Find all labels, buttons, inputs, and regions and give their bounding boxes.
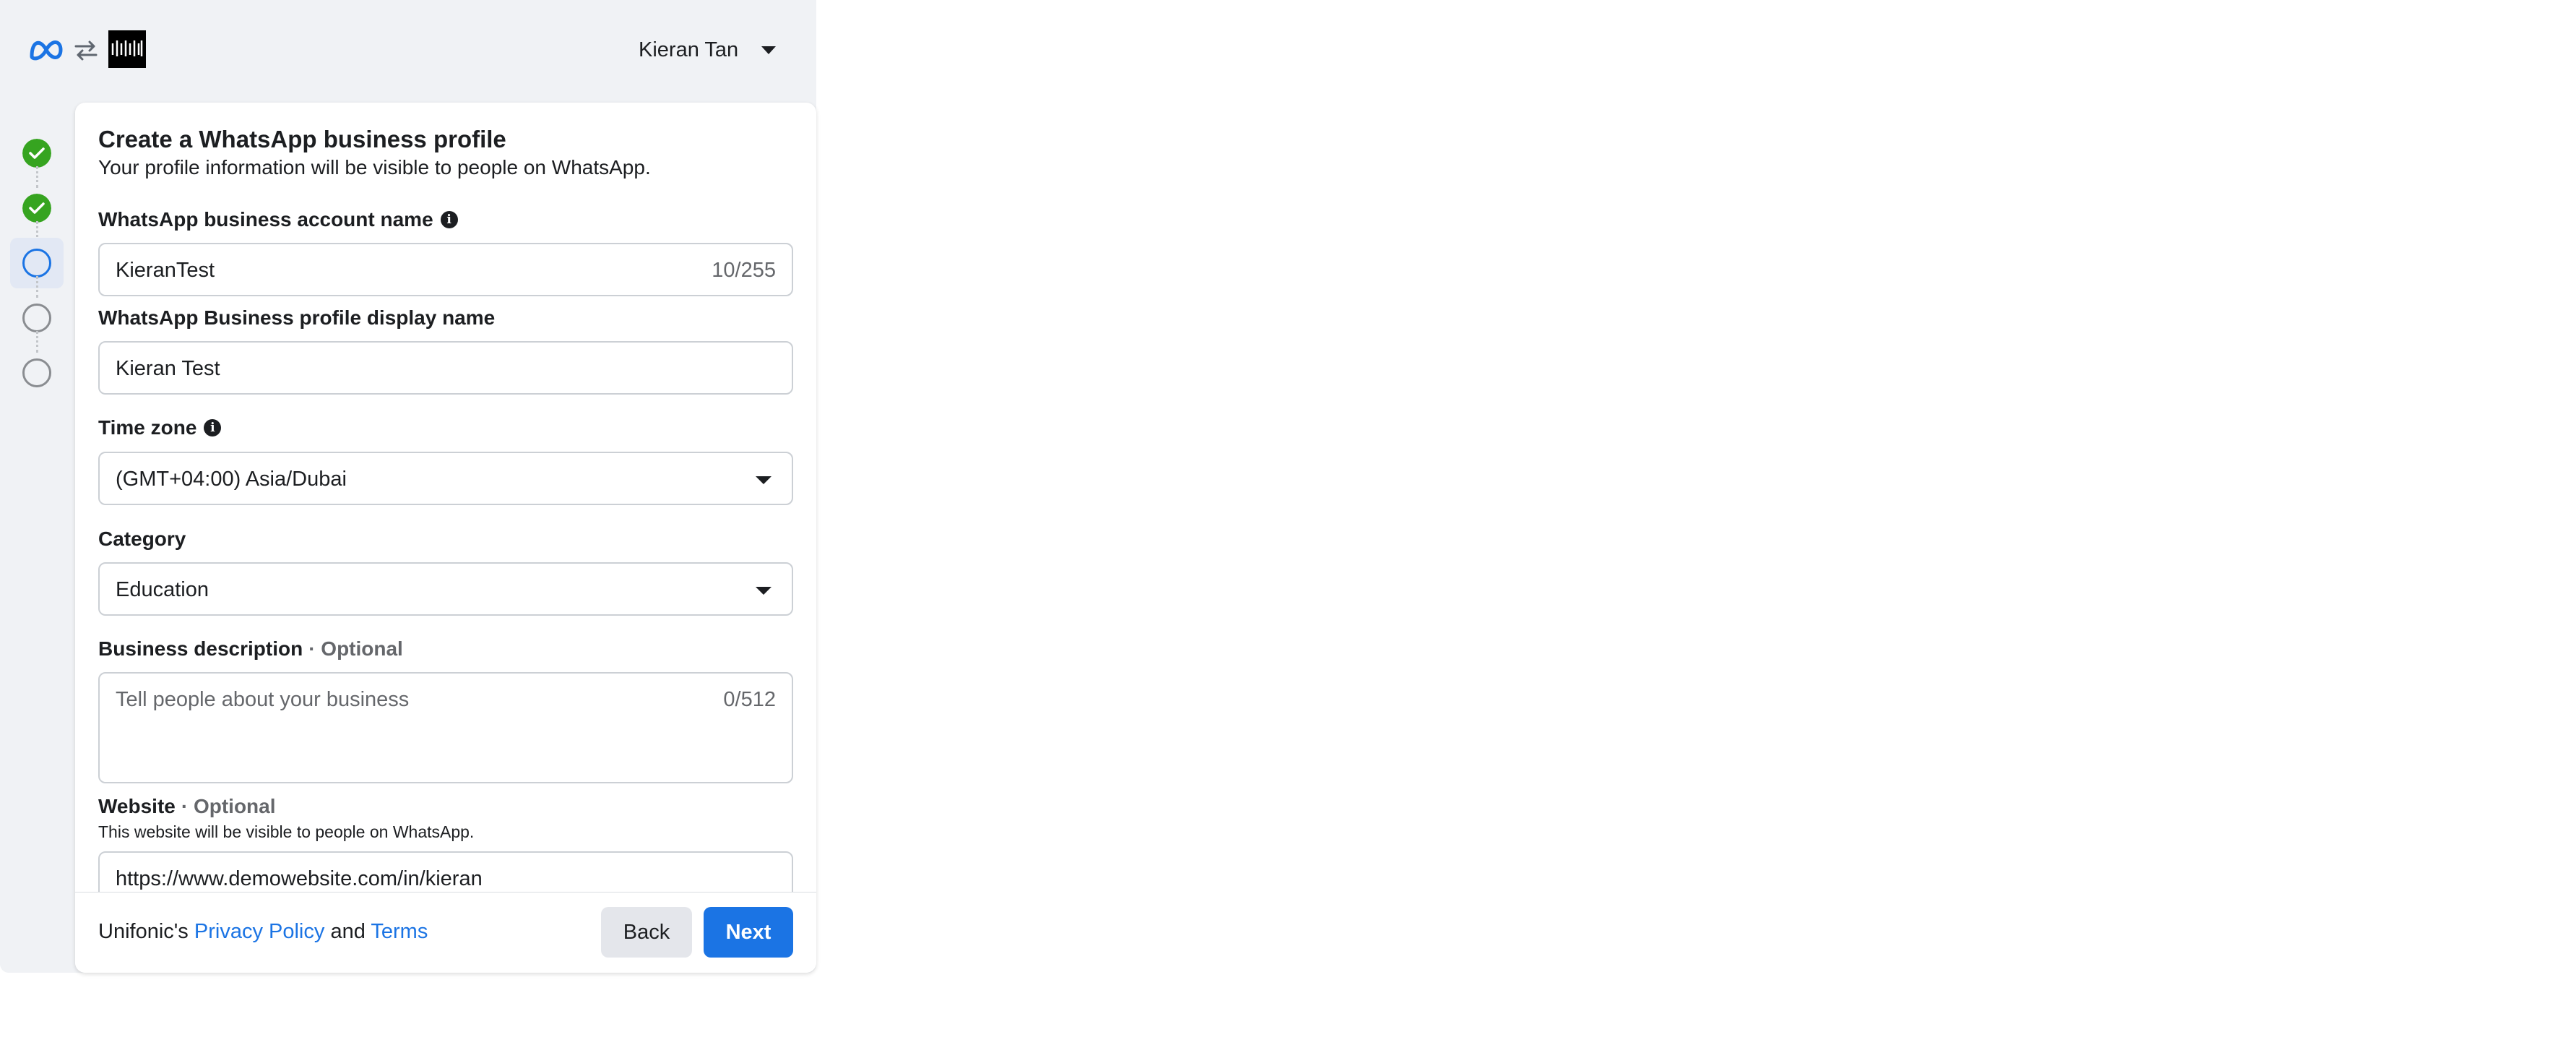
description-counter: 0/512 [723,688,776,711]
privacy-policy-link[interactable]: Privacy Policy [194,920,325,943]
legal-prefix: Unifonic's [98,920,189,943]
user-menu[interactable]: Kieran Tan [639,33,777,66]
meta-logo-icon [30,40,63,61]
next-button[interactable]: Next [704,907,793,958]
check-circle-icon [22,194,51,223]
time-zone-label: Time zone i [98,416,222,439]
time-zone-value: (GMT+04:00) Asia/Dubai [116,468,347,491]
category-select[interactable]: Education [98,562,793,616]
waveform-logo-icon [108,30,146,68]
website-input[interactable]: https://www.demowebsite.com/in/kieran [98,851,793,892]
legal-text: Unifonic's Privacy Policy and Terms [98,920,428,944]
account-name-counter: 10/255 [712,259,776,282]
setup-panel: Kieran Tan Create a WhatsApp business pr… [0,0,816,973]
category-value: Education [116,578,209,601]
display-name-label: WhatsApp Business profile display name [98,306,495,330]
website-label-text: Website [98,795,176,817]
category-label-text: Category [98,528,186,550]
description-textarea[interactable]: Tell people about your business 0/512 [98,672,793,783]
display-name-input[interactable]: Kieran Test [98,341,793,395]
account-name-value: KieranTest [116,259,215,282]
page-title: Create a WhatsApp business profile [98,126,506,152]
step-5 [10,348,64,398]
check-circle-icon [22,139,51,168]
header: Kieran Tan [0,0,816,101]
optional-tag: · Optional [181,795,276,817]
chevron-down-icon [761,46,777,54]
dropdown-caret-icon [756,587,771,595]
info-icon[interactable]: i [440,211,458,228]
form-footer: Unifonic's Privacy Policy and Terms Back… [75,892,816,973]
optional-tag: · Optional [308,637,403,660]
description-placeholder: Tell people about your business [116,688,410,711]
back-button[interactable]: Back [601,907,692,958]
form-body[interactable]: Create a WhatsApp business profile Your … [75,103,816,892]
website-help-text: This website will be visible to people o… [98,822,475,841]
dropdown-caret-icon [756,476,771,484]
time-zone-select[interactable]: (GMT+04:00) Asia/Dubai [98,452,793,505]
account-name-label: WhatsApp business account name i [98,208,458,231]
page-subtitle: Your profile information will be visible… [98,156,651,179]
time-zone-label-text: Time zone [98,416,197,439]
ring-icon [22,249,51,278]
user-name: Kieran Tan [639,38,739,61]
info-icon[interactable]: i [204,419,222,436]
display-name-value: Kieran Test [116,357,220,380]
account-name-label-text: WhatsApp business account name [98,208,433,231]
ring-icon [22,358,51,387]
category-label: Category [98,528,186,551]
legal-and: and [330,920,366,943]
description-label: Business description · Optional [98,637,403,661]
progress-stepper [0,101,75,405]
website-value: https://www.demowebsite.com/in/kieran [116,867,483,890]
display-name-label-text: WhatsApp Business profile display name [98,306,496,329]
account-name-input[interactable]: KieranTest 10/255 [98,243,793,296]
website-label: Website · Optional [98,795,276,818]
terms-link[interactable]: Terms [371,920,428,943]
profile-form-card: Create a WhatsApp business profile Your … [75,103,816,973]
ring-icon [22,304,51,332]
swap-arrows-icon[interactable] [72,36,100,64]
description-label-text: Business description [98,637,303,660]
